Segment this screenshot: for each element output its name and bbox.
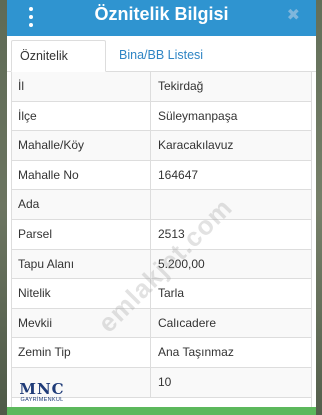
table-row: Mevkii Calıcadere	[11, 308, 312, 339]
tab-attribute-info[interactable]: Öznitelik Bilgisi	[11, 40, 106, 93]
table-row: Mahalle No 164647	[11, 160, 312, 191]
attribute-key: İl	[11, 72, 151, 101]
dialog-titlebar: Öznitelik Bilgisi ✖	[7, 0, 316, 36]
table-row: Ada	[11, 190, 312, 220]
close-icon[interactable]: ✖	[287, 5, 300, 25]
attribute-value: Ana Taşınmaz	[158, 345, 234, 360]
map-edge-right	[316, 0, 322, 415]
attribute-key: Parsel	[11, 219, 151, 249]
attribute-value: Karacakılavuz	[158, 138, 234, 153]
attribute-key: Mevkii	[11, 308, 151, 338]
attribute-value: Calıcadere	[158, 315, 217, 330]
tab-building-list[interactable]: Bina/BB Listesi	[111, 40, 211, 72]
attribute-table: İl Tekirdağ İlçe Süleymanpaşa Mahalle/Kö…	[11, 72, 312, 398]
dialog-title: Öznitelik Bilgisi	[94, 4, 229, 24]
table-row: İl Tekirdağ	[11, 72, 312, 102]
attribute-dialog: Öznitelik Bilgisi ✖ Öznitelik Bilgisi Bi…	[7, 0, 316, 415]
table-row: Tapu Alanı 5.200,00	[11, 249, 312, 280]
attribute-key: İlçe	[11, 101, 151, 131]
attribute-value: Tarla	[158, 286, 185, 301]
attribute-key: Ada	[11, 190, 151, 219]
attribute-key: Mahalle/Köy	[11, 131, 151, 160]
attribute-key: Mahalle No	[11, 160, 151, 190]
map-edge-left	[0, 0, 7, 415]
table-row: Nitelik Tarla	[11, 279, 312, 309]
table-row: İlçe Süleymanpaşa	[11, 101, 312, 132]
attribute-value: 2513	[158, 226, 185, 241]
attribute-value: Süleymanpaşa	[158, 108, 238, 123]
logo-sub-text: GAYRİMENKUL	[20, 397, 64, 403]
attribute-value: Tekirdağ	[158, 79, 204, 93]
attribute-value: 10	[158, 374, 172, 389]
company-logo: MNC GAYRİMENKUL	[18, 381, 66, 407]
table-row: Parsel 2513	[11, 219, 312, 250]
attribute-value: 5.200,00	[158, 256, 205, 271]
attribute-value: 164647	[158, 167, 199, 182]
tab-bar: Öznitelik Bilgisi Bina/BB Listesi	[7, 36, 316, 93]
table-row: Mahalle/Köy Karacakılavuz	[11, 131, 312, 161]
logo-main-text: MNC	[19, 380, 65, 398]
attribute-key: Zemin Tip	[11, 338, 151, 367]
attribute-key: Tapu Alanı	[11, 249, 151, 279]
table-row: Zemin Tip Ana Taşınmaz	[11, 338, 312, 368]
attribute-key: Nitelik	[11, 279, 151, 308]
attribute-value	[151, 190, 312, 219]
bottom-action-bar[interactable]	[7, 407, 316, 415]
